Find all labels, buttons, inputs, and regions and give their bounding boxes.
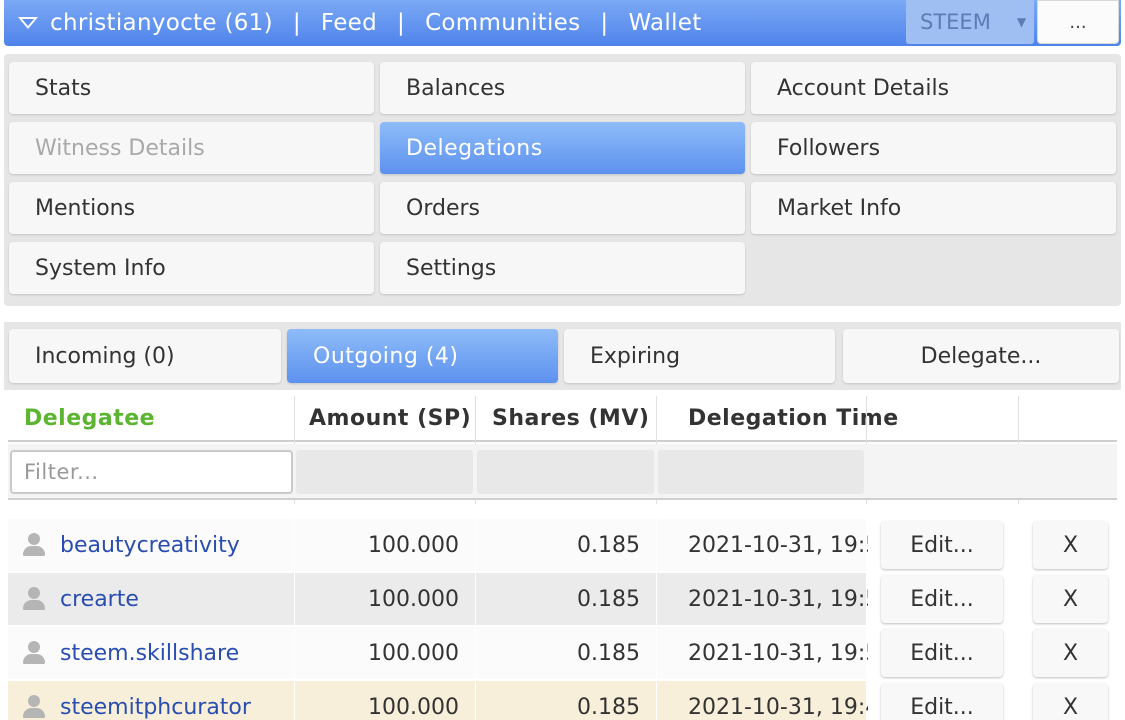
nav-separator: | [292,10,301,36]
table-body: beautycreativity 100.000 0.185 2021-10-3… [8,518,1117,720]
delegation-time-cell: 2021-10-31, 19:4 [688,694,868,720]
delegatee-cell: steem.skillshare [22,626,239,680]
nav-feed[interactable]: Feed [321,10,377,36]
user-icon [22,533,46,557]
nav-wallet[interactable]: Wallet [628,10,701,36]
delegate-button[interactable]: Delegate... [843,329,1119,383]
tab-outgoing[interactable]: Outgoing (4) [287,329,558,383]
delegatee-link[interactable]: crearte [60,587,139,612]
amount-cell: 100.000 [368,586,459,612]
menu-orders[interactable]: Orders [380,182,745,234]
delegatee-link[interactable]: steem.skillshare [60,641,239,666]
menu-mentions[interactable]: Mentions [9,182,374,234]
shares-cell: 0.185 [577,586,640,612]
menu-followers[interactable]: Followers [751,122,1116,174]
delegatee-cell: crearte [22,572,139,626]
filter-cell-empty [477,450,654,494]
delegatee-filter-input[interactable]: Filter... [10,450,293,494]
tab-expiring[interactable]: Expiring [564,329,835,383]
caret-down-icon[interactable] [18,17,38,29]
edit-button[interactable]: Edit... [881,683,1003,720]
table-row: beautycreativity 100.000 0.185 2021-10-3… [8,518,1117,572]
menu-witness-details: Witness Details [9,122,374,174]
top-nav: christianyocte (61) | Feed | Communities… [50,10,702,36]
header-amount[interactable]: Amount (SP) [309,396,471,440]
tab-incoming[interactable]: Incoming (0) [9,329,281,383]
delegatee-cell: beautycreativity [22,518,240,572]
filter-cell-empty [658,450,864,494]
delegations-table: Delegatee Amount (SP) Shares (MV) Delega… [8,396,1117,720]
menu-system-info[interactable]: System Info [9,242,374,294]
menu-stats[interactable]: Stats [9,62,374,114]
menu-settings[interactable]: Settings [380,242,745,294]
menu-account-details[interactable]: Account Details [751,62,1116,114]
chain-selector-label: STEEM [920,10,991,34]
user-icon [22,641,46,665]
dropdown-arrow-icon: ▼ [1016,15,1027,29]
table-header: Delegatee Amount (SP) Shares (MV) Delega… [8,396,1117,442]
account-link[interactable]: christianyocte (61) [50,10,273,36]
table-row: steem.skillshare 100.000 0.185 2021-10-3… [8,626,1117,680]
chain-selector[interactable]: STEEM ▼ [906,0,1034,44]
delegatee-cell: steemitphcurator [22,680,251,720]
amount-cell: 100.000 [368,532,459,558]
user-icon [22,695,46,719]
menu-market-info[interactable]: Market Info [751,182,1116,234]
nav-separator: | [397,10,406,36]
shares-cell: 0.185 [577,640,640,666]
edit-button[interactable]: Edit... [881,575,1003,623]
remove-button[interactable]: X [1033,521,1108,569]
delegation-tabs: Incoming (0) Outgoing (4) Expiring Deleg… [4,322,1121,390]
table-row: steemitphcurator 100.000 0.185 2021-10-3… [8,680,1117,720]
section-menu: Stats Balances Account Details Witness D… [4,54,1121,306]
table-row: crearte 100.000 0.185 2021-10-31, 19:5 E… [8,572,1117,626]
delegatee-link[interactable]: steemitphcurator [60,695,251,720]
nav-separator: | [600,10,609,36]
more-button[interactable]: ... [1037,0,1119,44]
menu-delegations[interactable]: Delegations [380,122,745,174]
shares-cell: 0.185 [577,532,640,558]
edit-button[interactable]: Edit... [881,629,1003,677]
shares-cell: 0.185 [577,694,640,720]
top-nav-bar: christianyocte (61) | Feed | Communities… [4,0,1121,46]
filter-row: Filter... [8,444,1117,500]
header-delegation-time[interactable]: Delegation Time [688,396,899,440]
remove-button[interactable]: X [1033,575,1108,623]
header-shares[interactable]: Shares (MV) [492,396,649,440]
header-delegatee[interactable]: Delegatee [24,396,155,440]
user-icon [22,587,46,611]
remove-button[interactable]: X [1033,629,1108,677]
delegatee-link[interactable]: beautycreativity [60,533,240,558]
menu-balances[interactable]: Balances [380,62,745,114]
filter-cell-empty [296,450,473,494]
delegation-time-cell: 2021-10-31, 19:5 [688,586,868,612]
delegation-time-cell: 2021-10-31, 19:5 [688,532,868,558]
nav-communities[interactable]: Communities [425,10,580,36]
edit-button[interactable]: Edit... [881,521,1003,569]
remove-button[interactable]: X [1033,683,1108,720]
delegation-time-cell: 2021-10-31, 19:5 [688,640,868,666]
amount-cell: 100.000 [368,694,459,720]
amount-cell: 100.000 [368,640,459,666]
